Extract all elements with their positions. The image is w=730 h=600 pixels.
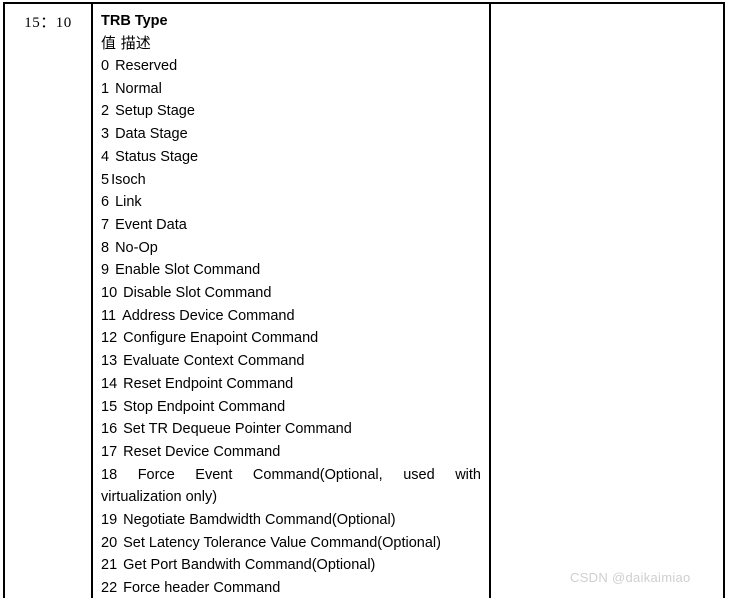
list-item: 14 Reset Endpoint Command (101, 373, 481, 396)
type-value: 8 (101, 239, 110, 256)
list-item: 6 Link (101, 191, 481, 214)
list-item: 16 Set TR Dequeue Pointer Command (101, 418, 481, 441)
trb-type-table: 15：10 TRB Type 值 描述 0 Reserved 1 Normal 2S… (3, 2, 725, 598)
trb-type-title: TRB Type (101, 13, 168, 29)
type-name: Stop Endpoint Command (123, 398, 286, 415)
list-item: 4 Status Stage (101, 146, 481, 169)
type-value: 9 (101, 262, 110, 279)
type-name: Force Event Command(Optional, used with … (101, 466, 481, 506)
type-value: 0 (101, 58, 110, 74)
type-name: Status Stage (115, 148, 199, 165)
csdn-watermark: CSDN @daikaimiao (570, 570, 691, 585)
list-item: 18 Force Event Command(Optional, used wi… (101, 464, 481, 509)
list-item: 5 Isoch (101, 169, 481, 192)
type-value: 4 (101, 148, 110, 165)
type-name: Link (115, 194, 142, 211)
list-item: 13 Evaluate Context Command (101, 350, 481, 373)
list-item: 17 Reset Device Command (101, 441, 481, 464)
type-name: Data Stage (115, 126, 188, 143)
type-value: 5 (101, 171, 110, 188)
list-item: 10 Disable Slot Command (101, 282, 481, 305)
list-item: 19 Negotiate Bamdwidth Command(Optional) (101, 509, 481, 532)
trb-type-list: 0 Reserved 1 Normal 2 Setup Stage 3 Data Sta… (101, 55, 481, 600)
type-name: Set TR Dequeue Pointer Command (123, 421, 352, 438)
type-name: Configure Enapoint Command (123, 330, 319, 347)
type-value: 22 (101, 580, 118, 597)
value-description-header: 值 描述 (101, 34, 151, 52)
type-name: Isoch (111, 171, 146, 188)
type-name: Address Device Command (122, 307, 295, 324)
type-value: 21 (101, 557, 118, 574)
type-name: Reset Device Command (123, 443, 281, 460)
type-name: Enable Slot Command (115, 262, 261, 279)
list-item: 9 Enable Slot Command (101, 259, 481, 282)
list-item: 0 Reserved (101, 55, 481, 78)
type-value: 12 (101, 330, 118, 347)
description-cell: TRB Type 值 描述 0 Reserved 1 Normal 2 Setup S… (93, 4, 489, 600)
type-value: 7 (101, 216, 110, 233)
type-value: 11 (101, 307, 117, 324)
type-name: Get Port Bandwith Command(Optional) (123, 557, 376, 574)
list-item: 12 Configure Enapoint Command (101, 327, 481, 350)
type-value: 1 (101, 80, 110, 97)
type-name: Normal (115, 80, 162, 97)
type-value: 20 (101, 534, 118, 551)
type-value: 16 (101, 421, 118, 438)
document-page: 15：10 TRB Type 值 描述 0 Reserved 1 Normal 2S… (0, 0, 730, 598)
list-item: 20 Set Latency Tolerance Value Command(Op… (101, 532, 481, 555)
list-item: 21 Get Port Bandwith Command(Optional) (101, 554, 481, 577)
list-item: 15 Stop Endpoint Command (101, 396, 481, 419)
list-item: 7 Event Data (101, 214, 481, 237)
type-name: Reset Endpoint Command (123, 375, 294, 392)
type-name: Evaluate Context Command (123, 353, 305, 370)
type-name: Disable Slot Command (123, 285, 272, 302)
type-value: 18 (101, 466, 118, 483)
type-value: 6 (101, 194, 110, 211)
type-name: Reserved (115, 58, 178, 74)
bit-range-cell: 15：10 (24, 15, 72, 31)
type-value: 10 (101, 285, 118, 302)
list-item: 2 Setup Stage (101, 100, 481, 123)
type-value: 3 (101, 126, 110, 143)
type-name: No-Op (115, 239, 158, 256)
list-item: 3 Data Stage (101, 123, 481, 146)
empty-third-column-cell (491, 4, 723, 598)
type-name: Force header Command (123, 580, 281, 597)
type-value: 17 (101, 443, 118, 460)
type-name: Set Latency Tolerance Value Command(Opti… (123, 534, 441, 551)
type-value: 2 (101, 103, 110, 120)
type-value: 15 (101, 398, 118, 415)
list-item: 8 No-Op (101, 237, 481, 260)
list-item: 22 Force header Command (101, 577, 481, 600)
list-item: 1 Normal (101, 78, 481, 101)
type-name: Negotiate Bamdwidth Command(Optional) (123, 512, 396, 529)
type-value: 13 (101, 353, 118, 370)
type-value: 14 (101, 375, 118, 392)
type-name: Event Data (115, 216, 187, 233)
type-value: 19 (101, 512, 118, 529)
list-item: 11 Address Device Command (101, 305, 481, 328)
type-name: Setup Stage (115, 103, 195, 120)
